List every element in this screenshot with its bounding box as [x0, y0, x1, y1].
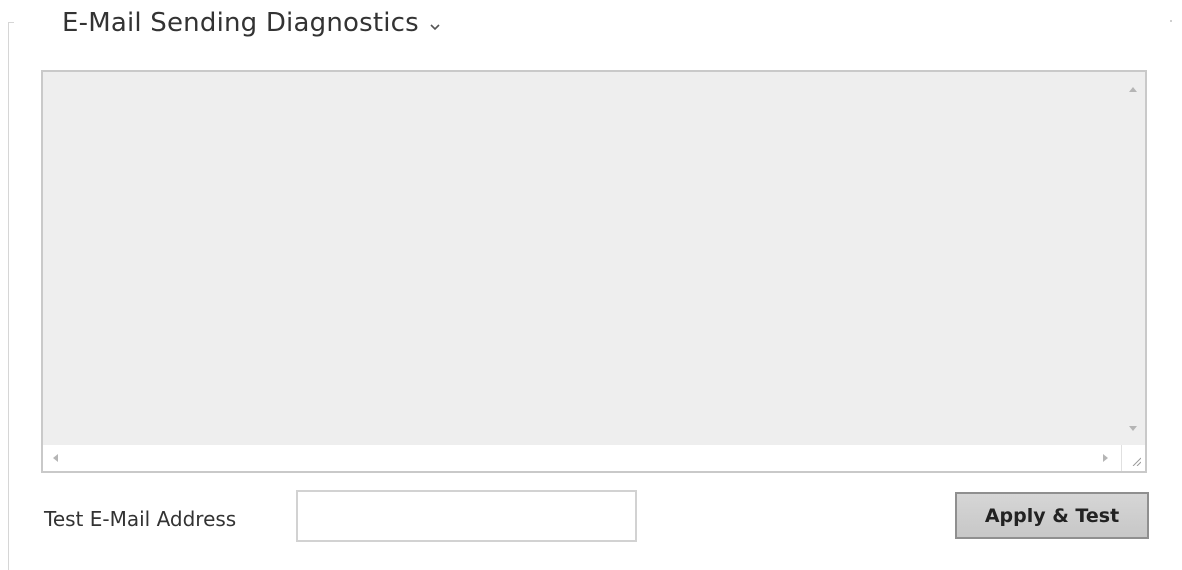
vertical-scrollbar[interactable]: [1121, 72, 1145, 445]
section-frame-left-border: [8, 22, 9, 570]
section-frame-top-border: [8, 22, 14, 23]
scroll-down-icon[interactable]: [1129, 426, 1137, 431]
chevron-down-icon: [429, 20, 441, 32]
resize-handle[interactable]: [1121, 445, 1145, 471]
scroll-up-icon[interactable]: [1129, 87, 1137, 92]
test-email-input[interactable]: [296, 490, 637, 542]
section-frame-corner: [1170, 20, 1172, 22]
test-email-label: Test E-Mail Address: [44, 507, 237, 531]
apply-test-button[interactable]: Apply & Test: [955, 492, 1149, 539]
resize-grip-icon: [1132, 457, 1141, 466]
scroll-right-icon[interactable]: [1103, 454, 1108, 462]
horizontal-scrollbar[interactable]: [43, 445, 1121, 471]
section-title: E-Mail Sending Diagnostics: [62, 8, 419, 38]
scroll-left-icon[interactable]: [53, 454, 58, 462]
diagnostics-log-textarea[interactable]: [41, 70, 1147, 473]
section-header-toggle[interactable]: E-Mail Sending Diagnostics: [62, 8, 441, 38]
